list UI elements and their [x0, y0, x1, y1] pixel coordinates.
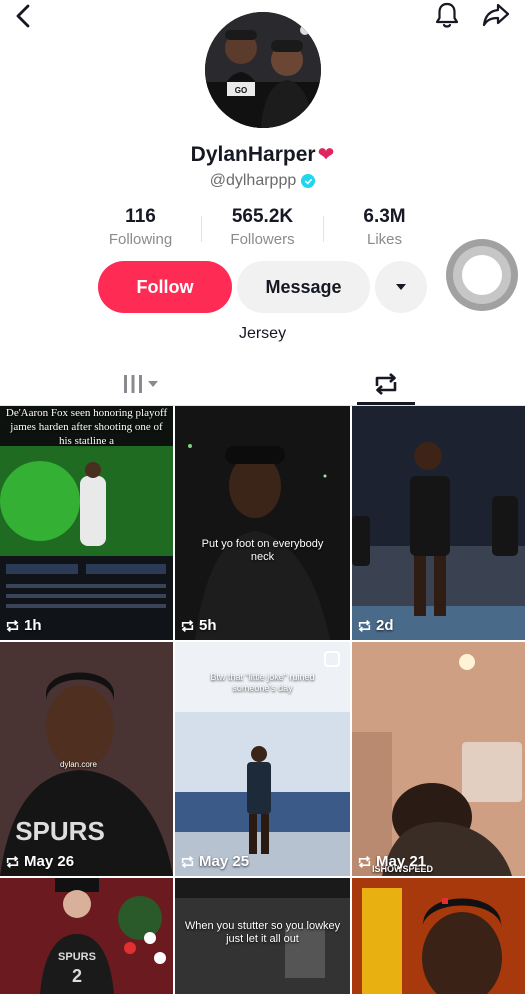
tab-reposts[interactable]: [357, 362, 415, 406]
floating-bubble[interactable]: [446, 239, 518, 311]
video-meta: 2d: [357, 617, 394, 634]
avatar[interactable]: GO: [205, 12, 321, 128]
handle-text: @dylharppp: [209, 172, 297, 189]
stat-following-label: Following: [108, 231, 173, 248]
video-tile[interactable]: [352, 878, 525, 994]
stat-likes-value: 6.3M: [363, 206, 406, 227]
stat-followers[interactable]: 565.2K Followers: [202, 206, 323, 252]
svg-text:SPURS: SPURS: [58, 951, 96, 963]
video-time: 2d: [376, 617, 394, 634]
profile-bio: Jersey: [238, 325, 287, 342]
video-time: May 21: [376, 853, 427, 870]
share-arrow-icon: [482, 3, 510, 27]
profile-name-text: DylanHarper: [190, 143, 316, 166]
repost-icon: [6, 855, 19, 868]
stat-following-value: 116: [125, 206, 156, 227]
video-time: May 25: [199, 853, 250, 870]
video-thumbnail: [352, 878, 525, 994]
floating-bubble-ring: [453, 246, 511, 304]
video-meta: May 25: [180, 853, 249, 870]
video-tile[interactable]: SPURS dylan.core May 26: [0, 642, 173, 876]
verified-check-icon: [301, 174, 316, 188]
video-tile[interactable]: ISHOWSPEED May 21: [352, 642, 525, 876]
caret-down-icon: [396, 284, 406, 290]
video-tile[interactable]: SPURS 2: [0, 878, 173, 994]
tab-videos[interactable]: [110, 362, 170, 406]
video-tile[interactable]: When you stutter so you lowkey just let …: [175, 878, 350, 994]
repost-icon: [358, 619, 371, 632]
repost-icon: [358, 855, 371, 868]
video-meta: May 21: [357, 853, 426, 870]
message-button[interactable]: Message: [237, 261, 370, 313]
heart-emoji-icon: ❤: [317, 144, 335, 166]
profile-handle: @dylharppp: [0, 172, 525, 190]
video-thumbnail: [352, 406, 525, 640]
video-caption: Put yo foot on everybody neck: [201, 538, 324, 563]
repost-icon: [6, 619, 19, 632]
back-button[interactable]: [10, 2, 36, 30]
bars-grid-icon: [124, 375, 142, 393]
content-tabs: [0, 362, 525, 406]
video-time: May 26: [24, 853, 75, 870]
follow-button[interactable]: Follow: [98, 261, 232, 313]
repost-icon: [181, 619, 194, 632]
video-thumbnail: [175, 406, 350, 640]
stat-followers-label: Followers: [230, 231, 295, 248]
video-meta: May 26: [5, 853, 74, 870]
bell-icon: [435, 2, 459, 28]
stat-likes[interactable]: 6.3M Likes: [324, 206, 445, 252]
video-time: 1h: [24, 617, 42, 634]
video-meta: 1h: [5, 617, 42, 634]
stat-followers-value: 565.2K: [231, 206, 294, 227]
svg-text:2: 2: [72, 966, 82, 986]
profile-name: DylanHarper ❤: [0, 142, 525, 167]
video-tile[interactable]: 2d: [352, 406, 525, 640]
video-time: 5h: [199, 617, 217, 634]
video-grid: De'Aaron Fox seen honoring playoff james…: [0, 406, 525, 994]
video-thumbnail: [352, 642, 525, 876]
svg-text:SPURS: SPURS: [15, 816, 105, 846]
video-tile[interactable]: Put yo foot on everybody neck 5h: [175, 406, 350, 640]
video-caption: Btw that "little joke" ruined someone's …: [210, 672, 315, 693]
svg-text:GO: GO: [235, 86, 247, 95]
stat-following[interactable]: 116 Following: [80, 206, 201, 252]
video-thumbnail: SPURS 2: [0, 878, 173, 994]
video-tile[interactable]: De'Aaron Fox seen honoring playoff james…: [0, 406, 173, 640]
active-tab-indicator: [357, 402, 415, 405]
profile-stats: 116 Following 565.2K Followers 6.3M Like…: [80, 206, 445, 252]
notification-button[interactable]: [432, 0, 462, 30]
repost-icon: [181, 855, 194, 868]
stat-likes-label: Likes: [366, 231, 403, 248]
suggested-accounts-button[interactable]: [375, 261, 427, 313]
video-tile[interactable]: Btw that "little joke" ruined someone's …: [175, 642, 350, 876]
avatar-image: GO: [205, 12, 321, 128]
video-caption: De'Aaron Fox seen honoring playoff james…: [5, 407, 168, 447]
repost-icon: [375, 373, 397, 395]
chevron-left-icon: [16, 4, 30, 28]
video-thumbnail: SPURS: [0, 642, 173, 876]
video-caption: dylan.core: [60, 760, 97, 769]
caret-down-icon: [148, 381, 158, 387]
floating-bubble-center: [462, 255, 502, 295]
share-button[interactable]: [480, 0, 512, 30]
video-caption: When you stutter so you lowkey just let …: [184, 920, 341, 945]
video-meta: 5h: [180, 617, 217, 634]
